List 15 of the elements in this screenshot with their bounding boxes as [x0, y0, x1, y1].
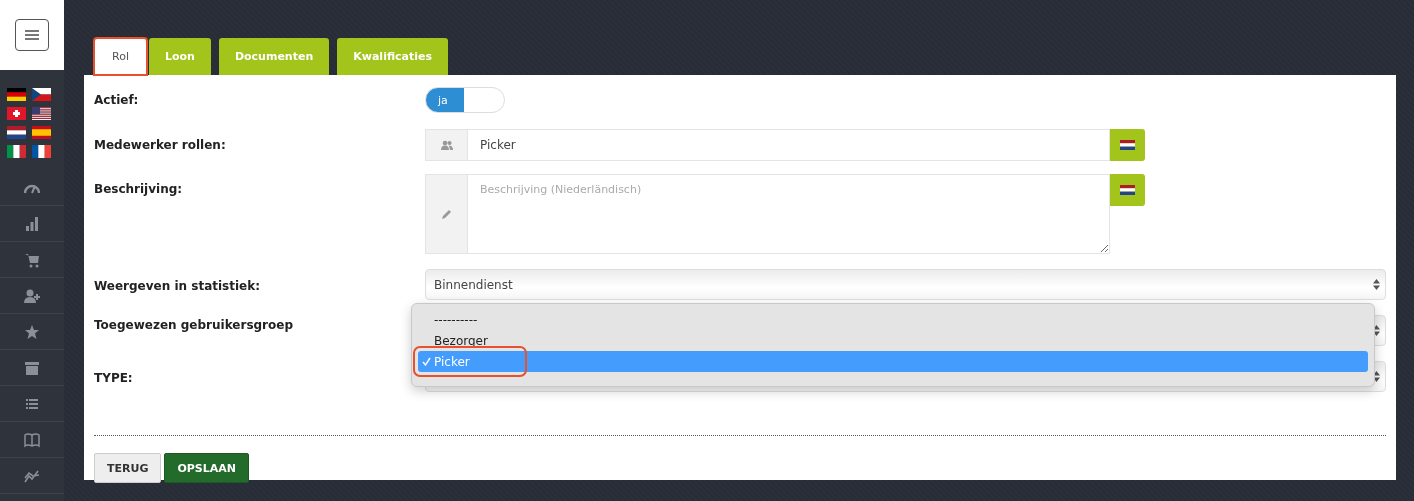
dropdown-option[interactable]: Bezorger	[418, 330, 1368, 351]
back-button[interactable]: TERUG	[94, 453, 162, 483]
description-field[interactable]: Beschrijving (Niederländisch)	[468, 174, 1110, 254]
field-label: Weergeven in statistiek:	[94, 278, 261, 293]
save-button[interactable]: OPSLAAN	[164, 453, 250, 483]
statistics-select[interactable]: Binnendienst	[425, 269, 1386, 300]
field-label: Beschrijving:	[94, 181, 184, 196]
toggle-switch[interactable]: ja	[425, 87, 505, 113]
field-label: Actief:	[94, 92, 140, 107]
tab[interactable]: Rol	[94, 38, 147, 75]
dropdown-option[interactable]: ----------	[418, 309, 1368, 330]
role-input[interactable]: Picker	[468, 129, 1110, 161]
field-label: Toegewezen gebruikersgroep	[94, 317, 294, 332]
field-label: TYPE:	[94, 370, 134, 385]
field-label: Medewerker rollen:	[94, 137, 227, 152]
